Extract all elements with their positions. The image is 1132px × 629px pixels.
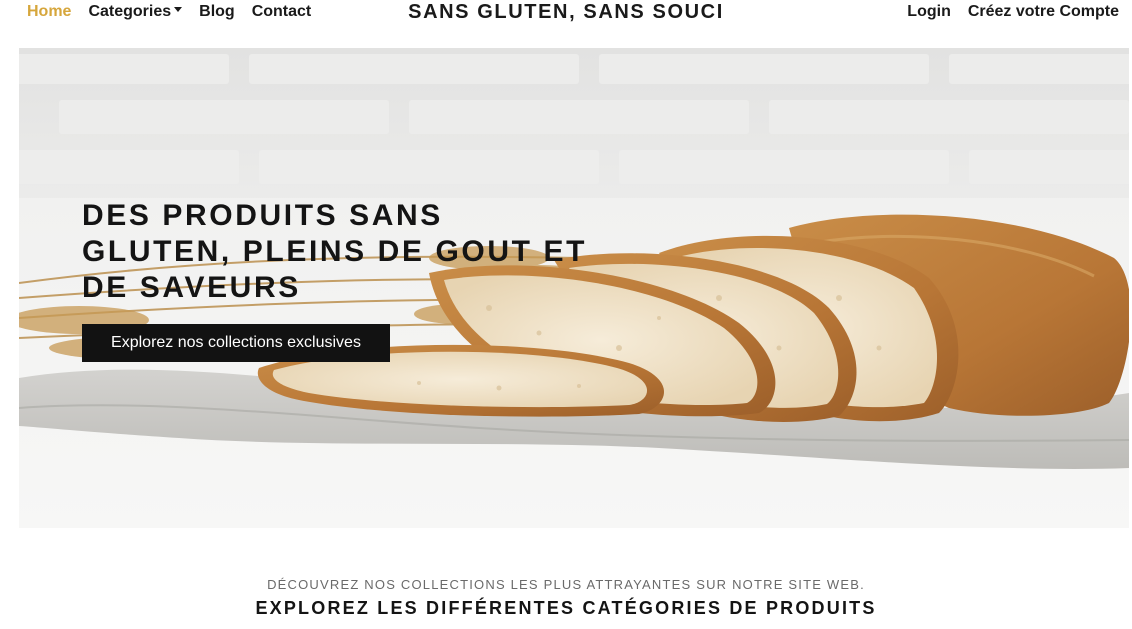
top-navbar: Home Categories Blog Contact SANS GLUTEN… <box>0 0 1132 26</box>
explore-collections-button[interactable]: Explorez nos collections exclusives <box>82 324 390 362</box>
hero-banner: DES PRODUITS SANS GLUTEN, PLEINS DE GOUT… <box>19 48 1129 528</box>
hero-title: DES PRODUITS SANS GLUTEN, PLEINS DE GOUT… <box>82 199 588 304</box>
register-link[interactable]: Créez votre Compte <box>968 3 1119 21</box>
section-subtitle: Découvrez nos collections les plus attra… <box>267 577 865 592</box>
account-nav: Login Créez votre Compte <box>907 3 1119 21</box>
section-title: EXPLOREZ LES DIFFÉRENTES CATÉGORIES DE P… <box>255 598 877 618</box>
login-link[interactable]: Login <box>907 3 951 21</box>
